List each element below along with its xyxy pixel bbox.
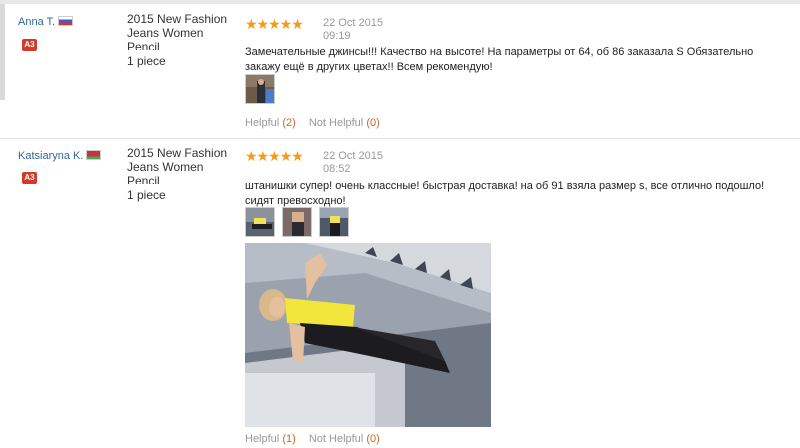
top-divider bbox=[0, 0, 800, 4]
review-photo-thumbnail[interactable] bbox=[282, 207, 312, 237]
product-info: 2015 New Fashion Jeans Women Pencil 1 pi… bbox=[127, 146, 237, 202]
helpful-count: (1) bbox=[282, 433, 296, 445]
product-info: 2015 New Fashion Jeans Women Pencil 1 pi… bbox=[127, 12, 237, 68]
star-rating: ★★★★★ bbox=[245, 16, 304, 32]
photo-thumbnail-image bbox=[246, 208, 274, 236]
photo-large-image bbox=[245, 243, 491, 427]
review-photo-thumbnail[interactable] bbox=[319, 207, 349, 237]
helpful-button[interactable]: Helpful (2) bbox=[245, 117, 296, 129]
buyer-level-badge: A3 bbox=[22, 172, 37, 184]
review-item: Anna T. A3 2015 New Fashion Jeans Women … bbox=[0, 8, 800, 139]
review-date-time: 08:52 bbox=[323, 163, 351, 175]
not-helpful-button[interactable]: Not Helpful (0) bbox=[309, 433, 380, 445]
photo-thumbnail-image bbox=[283, 208, 311, 236]
star-rating: ★★★★★ bbox=[245, 148, 304, 164]
review-date-day: 22 Oct 2015 bbox=[323, 17, 383, 29]
photo-thumbnail-image bbox=[246, 75, 274, 103]
not-helpful-label: Not Helpful bbox=[308, 433, 364, 445]
review-item: Katsiaryna K. A3 2015 New Fashion Jeans … bbox=[0, 140, 800, 448]
reviewer-name[interactable]: Katsiaryna K. bbox=[18, 150, 102, 162]
review-photo-thumbnail[interactable] bbox=[245, 74, 275, 104]
review-photo-thumbnail[interactable] bbox=[245, 207, 275, 237]
reviewer-name-link[interactable]: Katsiaryna K. bbox=[18, 150, 83, 162]
review-text: штанишки супер! очень классные! быстрая … bbox=[245, 180, 765, 207]
product-name[interactable]: 2015 New Fashion Jeans Women Pencil bbox=[127, 146, 237, 184]
helpful-label: Helpful bbox=[245, 117, 280, 129]
helpful-bar: Helpful (1) Not Helpful (0) bbox=[245, 433, 380, 445]
helpful-button[interactable]: Helpful (1) bbox=[245, 433, 296, 445]
review-date: 22 Oct 2015 09:19 bbox=[323, 17, 383, 43]
not-helpful-count: (0) bbox=[366, 117, 380, 129]
belarus-flag-icon bbox=[86, 150, 102, 160]
review-date: 22 Oct 2015 08:52 bbox=[323, 150, 383, 176]
photo-thumbnail-image bbox=[320, 208, 348, 236]
helpful-label: Helpful bbox=[245, 433, 280, 445]
quantity: 1 piece bbox=[127, 54, 166, 68]
product-name[interactable]: 2015 New Fashion Jeans Women Pencil bbox=[127, 12, 237, 50]
review-text: Замечательные джинсы!!! Качество на высо… bbox=[245, 46, 754, 73]
review-photo-large[interactable] bbox=[245, 243, 491, 427]
review-date-time: 09:19 bbox=[323, 30, 351, 42]
quantity: 1 piece bbox=[127, 188, 166, 202]
helpful-bar: Helpful (2) Not Helpful (0) bbox=[245, 117, 380, 129]
russia-flag-icon bbox=[58, 16, 74, 26]
review-date-day: 22 Oct 2015 bbox=[323, 150, 383, 162]
not-helpful-count: (0) bbox=[366, 433, 380, 445]
buyer-level-badge: A3 bbox=[22, 39, 37, 51]
helpful-count: (2) bbox=[282, 117, 296, 129]
not-helpful-button[interactable]: Not Helpful (0) bbox=[309, 117, 380, 129]
reviewer-name-link[interactable]: Anna T. bbox=[18, 16, 55, 28]
reviewer-name[interactable]: Anna T. bbox=[18, 16, 74, 28]
not-helpful-label: Not Helpful bbox=[308, 117, 364, 129]
